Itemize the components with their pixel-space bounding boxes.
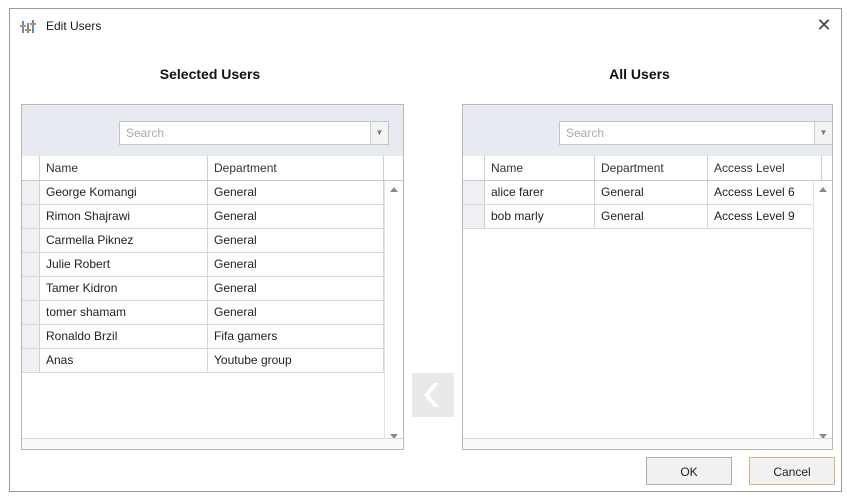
column-header-department[interactable]: Department [595, 156, 708, 180]
scroll-up-icon[interactable] [819, 187, 827, 192]
row-select-cell[interactable] [22, 325, 40, 348]
all-users-search-dropdown-icon[interactable]: ▼ [814, 122, 832, 144]
all-users-scrollbar[interactable] [813, 181, 832, 449]
row-select-cell[interactable] [22, 253, 40, 276]
table-cell: General [208, 205, 384, 228]
table-row[interactable]: Ronaldo Brzil Fifa gamers [22, 325, 403, 349]
table-row[interactable]: Julie Robert General [22, 253, 403, 277]
table-cell: Anas [40, 349, 208, 372]
table-cell: Youtube group [208, 349, 384, 372]
row-select-cell[interactable] [463, 205, 485, 228]
ok-button[interactable]: OK [646, 457, 732, 485]
row-select-cell[interactable] [22, 205, 40, 228]
table-row[interactable]: tomer shamam General [22, 301, 403, 325]
table-cell: tomer shamam [40, 301, 208, 324]
all-users-title: All Users [609, 66, 670, 82]
row-select-cell[interactable] [22, 277, 40, 300]
table-cell: bob marly [485, 205, 595, 228]
scroll-up-icon[interactable] [390, 187, 398, 192]
selected-users-grid: ▼ Name Department George KomangiGeneralR… [21, 104, 404, 450]
column-header-name[interactable]: Name [40, 156, 208, 180]
table-cell: Ronaldo Brzil [40, 325, 208, 348]
row-select-cell[interactable] [22, 301, 40, 324]
selected-users-toolbar: ▼ [22, 105, 403, 157]
table-cell: George Komangi [40, 181, 208, 204]
table-cell: Rimon Shajrawi [40, 205, 208, 228]
table-cell: General [595, 181, 708, 204]
table-cell: General [208, 181, 384, 204]
cancel-button[interactable]: Cancel [749, 457, 835, 485]
table-row[interactable]: Carmella Piknez General [22, 229, 403, 253]
table-row[interactable]: bob marly General Access Level 9 [463, 205, 832, 229]
all-users-search-input[interactable] [560, 122, 814, 144]
selected-users-title: Selected Users [159, 66, 261, 82]
all-users-search[interactable]: ▼ [559, 121, 832, 145]
table-row[interactable]: alice farer General Access Level 6 [463, 181, 832, 205]
table-cell: General [208, 253, 384, 276]
table-cell: General [595, 205, 708, 228]
selected-users-scrollbar[interactable] [384, 181, 403, 449]
all-users-grid: ▼ Name Department Access Level alice far… [462, 104, 833, 450]
dialog-title: Edit Users [46, 19, 102, 33]
selected-users-search[interactable]: ▼ [119, 121, 389, 145]
title-bar: Edit Users ✕ [10, 9, 841, 43]
all-users-header-row: Name Department Access Level [463, 156, 832, 181]
row-select-cell[interactable] [22, 181, 40, 204]
table-row[interactable]: George Komangi General [22, 181, 403, 205]
header-select-cell [22, 156, 40, 180]
table-cell: Fifa gamers [208, 325, 384, 348]
table-cell: Tamer Kidron [40, 277, 208, 300]
row-select-cell[interactable] [463, 181, 485, 204]
header-select-cell [463, 156, 485, 180]
selected-users-footer [22, 438, 403, 449]
table-cell: Access Level 6 [708, 181, 822, 204]
table-row[interactable]: Rimon Shajrawi General [22, 205, 403, 229]
table-row[interactable]: Anas Youtube group [22, 349, 403, 373]
all-users-toolbar: ▼ [463, 105, 832, 157]
edit-users-app-icon [20, 19, 36, 35]
table-cell: Access Level 9 [708, 205, 822, 228]
move-to-selected-button[interactable] [412, 373, 454, 417]
table-cell: General [208, 229, 384, 252]
close-button[interactable]: ✕ [813, 14, 835, 36]
column-header-name[interactable]: Name [485, 156, 595, 180]
table-cell: General [208, 277, 384, 300]
selected-users-search-dropdown-icon[interactable]: ▼ [370, 122, 388, 144]
table-cell: Julie Robert [40, 253, 208, 276]
table-cell: alice farer [485, 181, 595, 204]
all-users-footer [463, 438, 832, 449]
row-select-cell[interactable] [22, 229, 40, 252]
table-cell: General [208, 301, 384, 324]
table-row[interactable]: Tamer Kidron General [22, 277, 403, 301]
column-header-department[interactable]: Department [208, 156, 384, 180]
selected-users-search-input[interactable] [120, 122, 370, 144]
column-header-access-level[interactable]: Access Level [708, 156, 822, 180]
table-cell: Carmella Piknez [40, 229, 208, 252]
row-select-cell[interactable] [22, 349, 40, 372]
selected-users-header-row: Name Department [22, 156, 403, 181]
edit-users-dialog: Edit Users ✕ Selected Users All Users ▼ … [9, 8, 842, 492]
